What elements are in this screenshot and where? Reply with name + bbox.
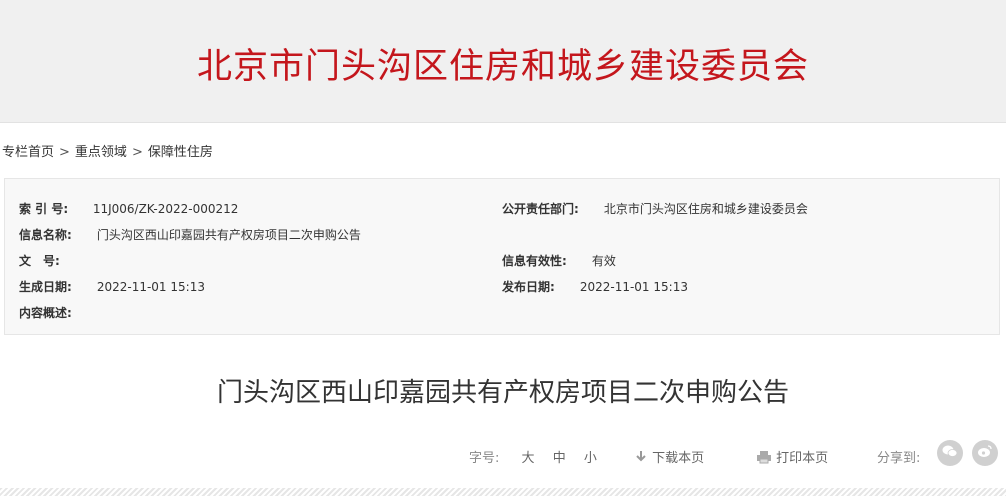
- index-number-value: 11J006/ZK-2022-000212: [92, 202, 239, 216]
- bottom-divider: [0, 488, 1006, 496]
- breadcrumb-separator: >: [131, 145, 143, 160]
- validity-row: 信息有效性: 有效: [502, 252, 616, 269]
- printer-icon: [756, 450, 772, 466]
- info-name-value: 门头沟区西山印嘉园共有产权房项目二次申购公告: [96, 228, 361, 242]
- validity-label: 信息有效性:: [502, 254, 567, 268]
- weibo-icon[interactable]: [972, 440, 998, 466]
- published-date-label: 发布日期:: [502, 280, 555, 294]
- font-size-label: 字号:: [469, 451, 500, 466]
- breadcrumb-separator: >: [59, 145, 70, 160]
- published-date-value: 2022-11-01 15:13: [579, 280, 688, 294]
- doc-number-label: 文 号:: [19, 254, 60, 268]
- font-size-control: 字号: 大 中 小: [469, 447, 597, 466]
- font-medium-button[interactable]: 中: [553, 447, 566, 466]
- breadcrumb-housing-link[interactable]: 保障性住房: [148, 141, 213, 160]
- published-date-row: 发布日期: 2022-11-01 15:13: [502, 278, 688, 295]
- download-button[interactable]: 下载本页: [634, 447, 704, 466]
- site-title: 北京市门头沟区住房和城乡建设委员会: [196, 47, 809, 87]
- summary-row: 内容概述:: [19, 304, 97, 321]
- article-title: 门头沟区西山印嘉园共有产权房项目二次申购公告: [216, 378, 789, 408]
- wechat-icon[interactable]: [937, 440, 963, 466]
- info-panel: 索 引 号: 11J006/ZK-2022-000212 公开责任部门: 北京市…: [4, 178, 1000, 335]
- index-number-row: 索 引 号: 11J006/ZK-2022-000212: [19, 200, 238, 217]
- font-small-button[interactable]: 小: [584, 447, 597, 466]
- index-number-label: 索 引 号:: [19, 202, 69, 216]
- created-date-value: 2022-11-01 15:13: [96, 280, 205, 294]
- department-label: 公开责任部门:: [502, 202, 579, 216]
- created-date-label: 生成日期:: [19, 280, 72, 294]
- print-button[interactable]: 打印本页: [756, 447, 828, 466]
- font-large-button[interactable]: 大: [522, 447, 535, 466]
- header-banner: 北京市门头沟区住房和城乡建设委员会: [0, 0, 1006, 123]
- summary-label: 内容概述:: [19, 306, 72, 320]
- department-value: 北京市门头沟区住房和城乡建设委员会: [603, 202, 808, 216]
- info-name-label: 信息名称:: [19, 228, 72, 242]
- info-name-row: 信息名称: 门头沟区西山印嘉园共有产权房项目二次申购公告: [19, 226, 361, 243]
- breadcrumb: 专栏首页 > 重点领域 > 保障性住房: [2, 141, 213, 160]
- breadcrumb-key-areas-link[interactable]: 重点领域: [75, 141, 127, 160]
- validity-value: 有效: [591, 254, 616, 268]
- print-label: 打印本页: [776, 451, 829, 466]
- share-label: 分享到:: [877, 451, 921, 466]
- breadcrumb-home-link[interactable]: 专栏首页: [2, 141, 54, 160]
- department-row: 公开责任部门: 北京市门头沟区住房和城乡建设委员会: [502, 200, 808, 217]
- doc-number-row: 文 号:: [19, 252, 97, 269]
- download-label: 下载本页: [652, 451, 705, 466]
- created-date-row: 生成日期: 2022-11-01 15:13: [19, 278, 205, 295]
- download-icon: [634, 450, 648, 466]
